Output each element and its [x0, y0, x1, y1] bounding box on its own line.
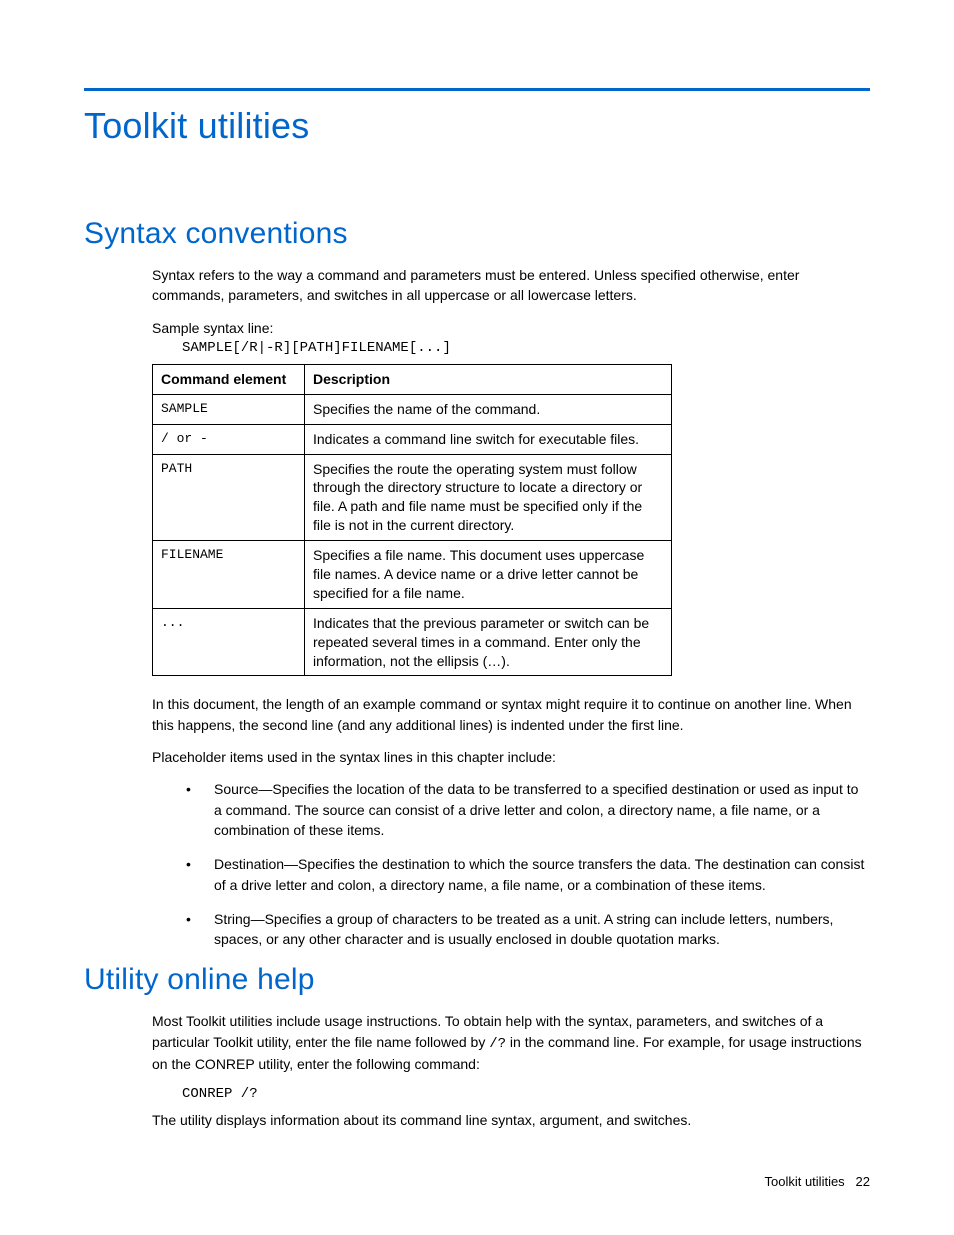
syntax-table: Command element Description SAMPLE Speci…	[152, 364, 672, 677]
table-row: PATH Specifies the route the operating s…	[153, 454, 672, 541]
sample-code: SAMPLE[/R|-R][PATH]FILENAME[...]	[182, 340, 870, 356]
footer-page: 22	[856, 1174, 870, 1189]
section-body-syntax: Syntax refers to the way a command and p…	[152, 265, 870, 949]
page-footer: Toolkit utilities 22	[764, 1174, 870, 1189]
cell-element: FILENAME	[153, 541, 305, 609]
cell-desc: Specifies the route the operating system…	[305, 454, 672, 541]
footer-label: Toolkit utilities	[764, 1174, 844, 1189]
header-rule	[84, 88, 870, 91]
cell-desc: Specifies a file name. This document use…	[305, 541, 672, 609]
cell-element: SAMPLE	[153, 394, 305, 424]
section-body-help: Most Toolkit utilities include usage ins…	[152, 1011, 870, 1130]
cell-element: ...	[153, 608, 305, 676]
table-row: SAMPLE Specifies the name of the command…	[153, 394, 672, 424]
sample-label: Sample syntax line:	[152, 318, 870, 338]
placeholder-intro: Placeholder items used in the syntax lin…	[152, 747, 870, 767]
th-element: Command element	[153, 364, 305, 394]
table-row: ... Indicates that the previous paramete…	[153, 608, 672, 676]
help-code: CONREP /?	[182, 1086, 870, 1102]
help-paragraph: Most Toolkit utilities include usage ins…	[152, 1011, 870, 1074]
table-row: FILENAME Specifies a file name. This doc…	[153, 541, 672, 609]
list-item: String—Specifies a group of characters t…	[186, 909, 870, 950]
list-item: Destination—Specifies the destination to…	[186, 854, 870, 895]
cell-element: / or -	[153, 424, 305, 454]
th-desc: Description	[305, 364, 672, 394]
cell-desc: Indicates that the previous parameter or…	[305, 608, 672, 676]
page-title: Toolkit utilities	[84, 105, 870, 147]
cell-desc: Specifies the name of the command.	[305, 394, 672, 424]
intro-paragraph: Syntax refers to the way a command and p…	[152, 265, 870, 306]
table-row: / or - Indicates a command line switch f…	[153, 424, 672, 454]
table-header-row: Command element Description	[153, 364, 672, 394]
help-outro: The utility displays information about i…	[152, 1110, 870, 1130]
cell-element: PATH	[153, 454, 305, 541]
section-heading-help: Utility online help	[84, 963, 870, 997]
placeholder-list: Source—Specifies the location of the dat…	[186, 779, 870, 949]
inline-code: /?	[489, 1036, 506, 1052]
list-item: Source—Specifies the location of the dat…	[186, 779, 870, 840]
cell-desc: Indicates a command line switch for exec…	[305, 424, 672, 454]
wrap-note: In this document, the length of an examp…	[152, 694, 870, 735]
section-heading-syntax: Syntax conventions	[84, 217, 870, 251]
